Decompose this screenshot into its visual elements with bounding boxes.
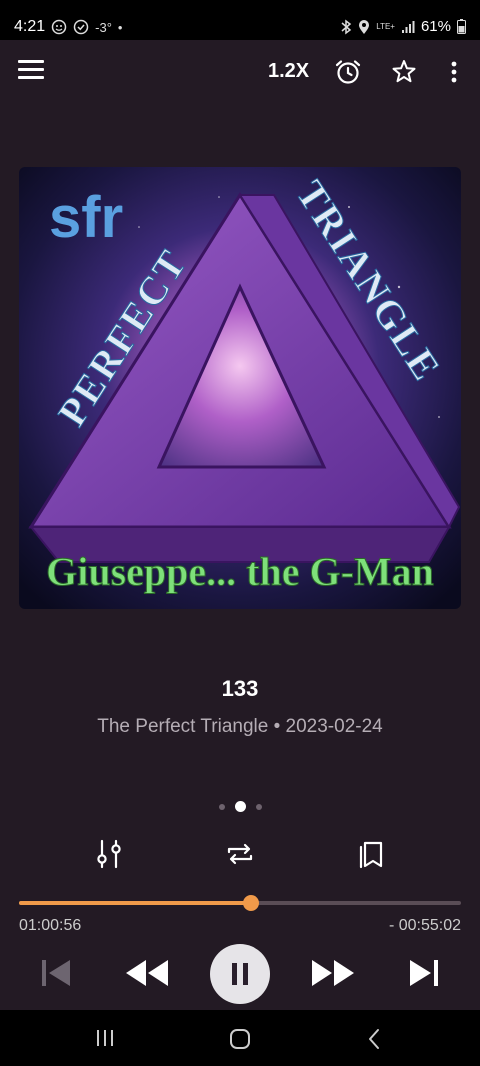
repeat-icon[interactable]: [224, 838, 256, 870]
fast-forward-icon[interactable]: [311, 951, 355, 995]
skip-previous-icon[interactable]: [38, 951, 74, 995]
battery-icon: [457, 19, 466, 34]
queue-icon[interactable]: [355, 838, 387, 870]
lte-icon: LTE+: [376, 21, 395, 31]
status-dot: •: [117, 19, 123, 35]
system-nav-bar: [0, 1010, 480, 1066]
recent-apps-icon[interactable]: [94, 1028, 116, 1048]
alarm-clock-icon[interactable]: [334, 58, 362, 86]
check-circle-icon: [73, 19, 89, 35]
page-dot[interactable]: [218, 803, 225, 810]
playback-speed-button[interactable]: 1.2X: [268, 60, 309, 83]
temperature: -3°: [95, 19, 112, 35]
remaining-time: - 00:55:02: [388, 917, 461, 934]
episode-title: 133: [221, 676, 259, 701]
episode-subtitle: The Perfect Triangle • 2023-02-24: [97, 716, 383, 737]
page-dot-active[interactable]: [234, 801, 246, 812]
seek-bar-thumb[interactable]: [243, 895, 260, 911]
artwork-image: sfr PERFECT TRIANGLE Giuseppe... the G-M…: [19, 167, 461, 609]
status-bar: 4:21 -3° • LTE+ 61%: [0, 0, 480, 40]
location-icon: [359, 19, 370, 34]
artwork-logo: sfr: [49, 185, 123, 250]
battery-level: 61%: [420, 18, 451, 35]
home-icon[interactable]: [229, 1028, 251, 1050]
signal-icon: [401, 20, 415, 33]
play-pause-button[interactable]: [210, 944, 270, 1004]
emoji-icon: [51, 19, 67, 35]
status-time: 4:21: [14, 18, 46, 35]
page-indicator[interactable]: [0, 801, 480, 812]
equalizer-icon[interactable]: [93, 838, 125, 870]
hamburger-menu-icon[interactable]: [18, 60, 44, 84]
bluetooth-icon: [341, 19, 352, 34]
skip-next-icon[interactable]: [406, 951, 442, 995]
top-toolbar: 1.2X: [0, 40, 480, 104]
back-icon[interactable]: [366, 1028, 382, 1050]
seek-bar[interactable]: [19, 895, 461, 911]
seek-bar-progress: [19, 901, 252, 905]
more-vert-icon[interactable]: [440, 58, 468, 86]
elapsed-time: 01:00:56: [19, 917, 82, 934]
pause-icon: [232, 963, 248, 985]
rewind-icon[interactable]: [125, 951, 169, 995]
artwork-caption: Giuseppe... the G-Man: [46, 549, 434, 594]
page-dot[interactable]: [255, 803, 262, 810]
episode-artwork: sfr PERFECT TRIANGLE Giuseppe... the G-M…: [19, 167, 461, 609]
star-icon[interactable]: [390, 58, 418, 86]
